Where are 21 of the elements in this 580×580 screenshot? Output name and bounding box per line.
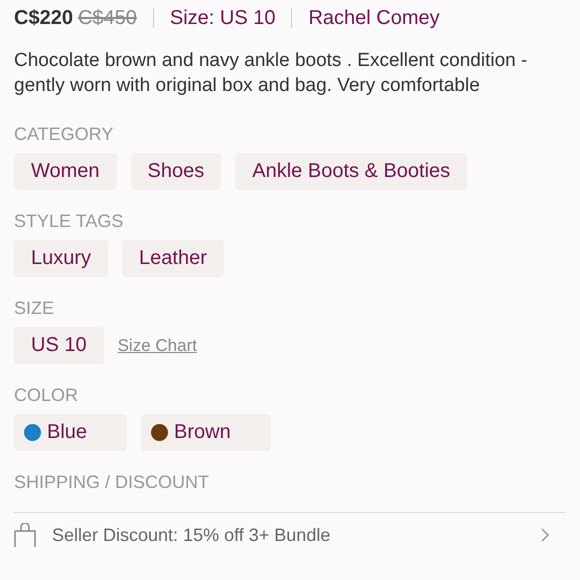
section-heading: STYLE TAGS [14,210,124,232]
color-chip[interactable]: Brown [141,414,271,451]
section-heading: SHIPPING / DISCOUNT [14,471,210,493]
shopping-bag-icon [14,523,36,547]
section-heading: COLOR [14,384,80,406]
size-chip[interactable]: US 10 [14,327,104,364]
color-chip[interactable]: Blue [14,414,128,451]
tag-chip[interactable]: Ankle Boots & Booties [235,153,468,190]
original-price: C$450 [78,6,137,30]
size-link[interactable]: Size: US 10 [170,6,276,30]
description: Chocolate brown and navy ankle boots . Excellent condition -gently worn with original box and bag. Very comfortable [14,49,528,98]
section-heading: SIZE [14,297,56,319]
tag-chip[interactable]: Shoes [130,153,222,190]
tag-chip[interactable]: Women [14,153,117,190]
section-heading: CATEGORY [14,123,114,145]
price: C$220 [14,6,73,30]
brand-link[interactable]: Rachel Comey [308,6,440,30]
chevron-right-icon[interactable] [540,527,550,543]
tag-chip[interactable]: Leather [122,240,224,277]
discount-text: Seller Discount: 15% off 3+ Bundle [52,524,332,546]
tag-chip[interactable]: Luxury [14,240,108,277]
